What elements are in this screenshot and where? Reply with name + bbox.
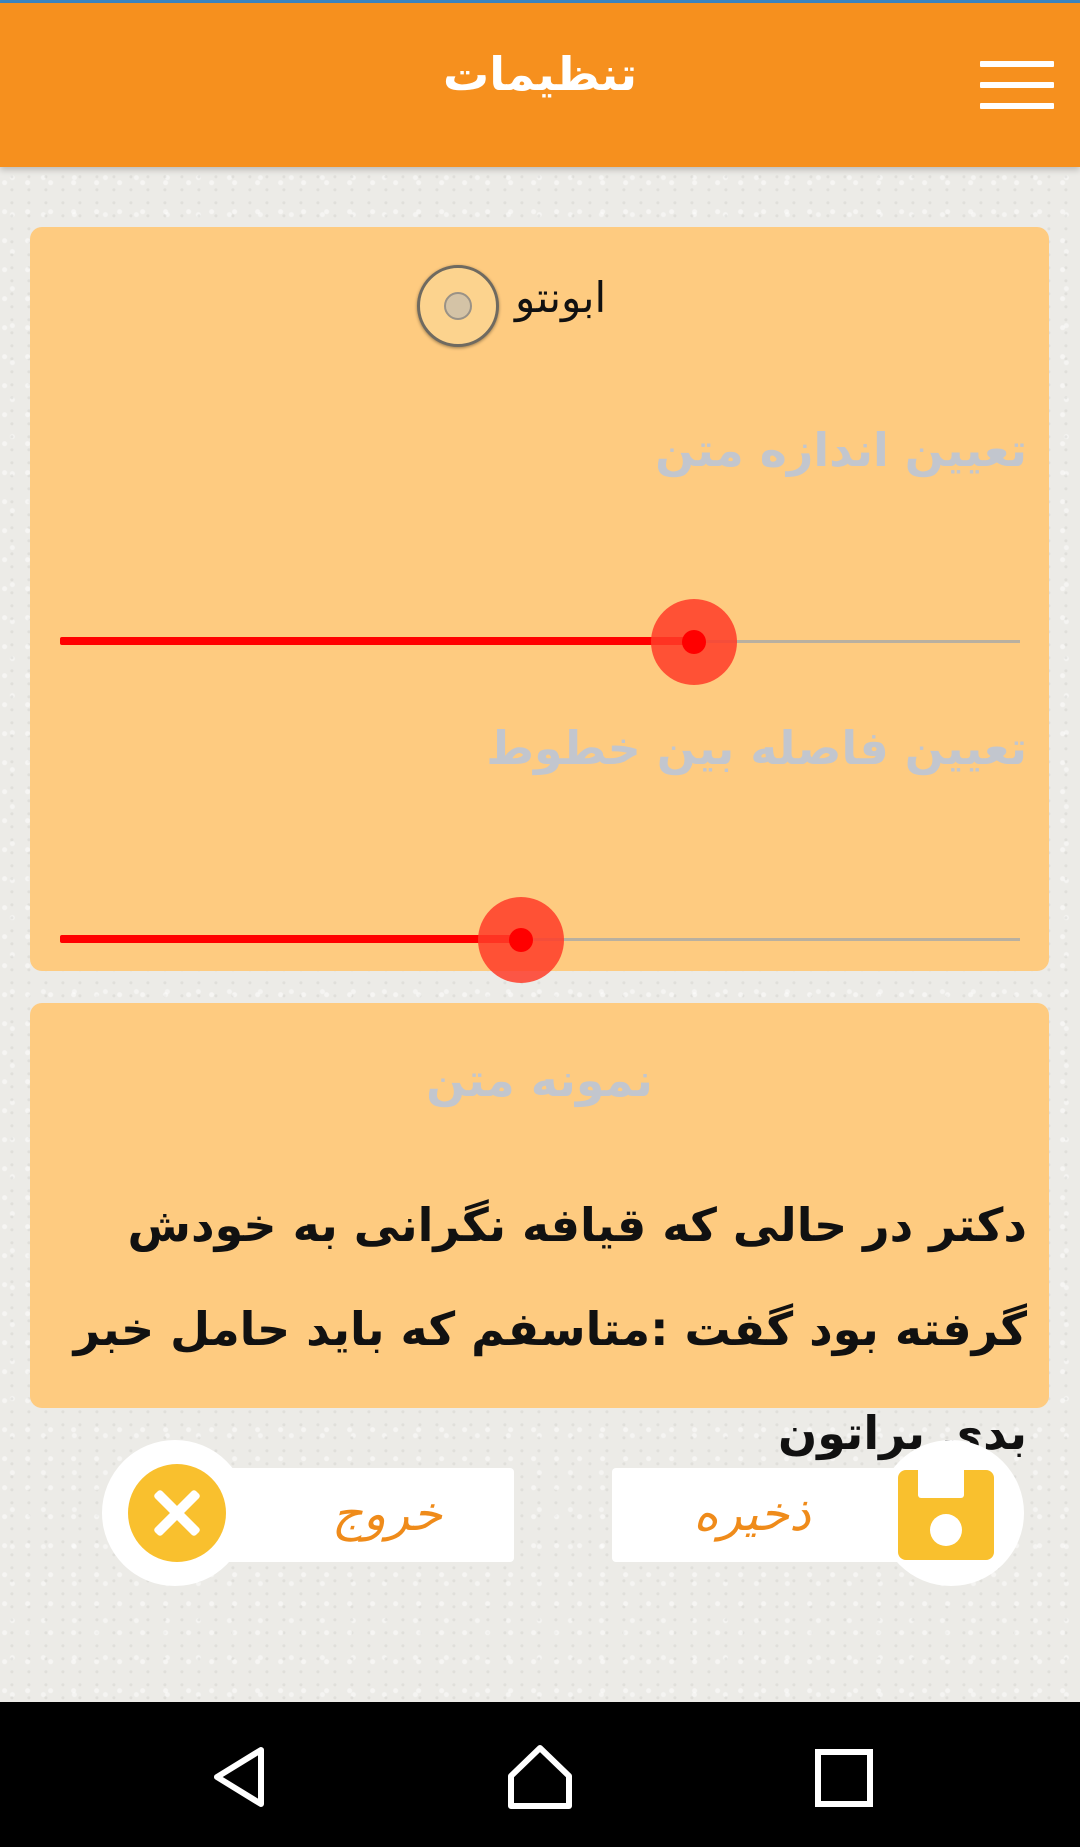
font-option-ubuntu[interactable]: ابونتو — [385, 263, 645, 353]
slider-thumb[interactable] — [651, 599, 737, 685]
back-triangle-icon[interactable] — [205, 1742, 275, 1812]
home-icon[interactable] — [505, 1742, 575, 1812]
recents-square-icon[interactable] — [810, 1742, 880, 1812]
preview-title: نمونه متن — [426, 1053, 653, 1107]
preview-card: نمونه متن دکتر در حالی که قیافه نگرانی ب… — [30, 1003, 1049, 1460]
line-spacing-label: تعیین فاصله بین خطوط — [486, 721, 1027, 775]
app-bar: تنظیمات — [0, 3, 1080, 167]
exit-button-label[interactable]: خروج — [292, 1486, 482, 1542]
save-button-label[interactable]: ذخیره — [652, 1486, 852, 1542]
save-button[interactable]: ذخیره — [612, 1440, 1024, 1586]
slider-fill — [60, 935, 521, 943]
radio-dot — [444, 292, 472, 320]
floppy-disk-icon[interactable] — [898, 1470, 994, 1560]
text-size-label: تعیین اندازه متن — [655, 423, 1027, 477]
page-title: تنظیمات — [443, 47, 637, 101]
settings-card: ابونتو تعیین اندازه متن تعیین فاصله بین … — [30, 227, 1050, 983]
slider-thumb[interactable] — [478, 897, 564, 983]
line-spacing-slider[interactable] — [60, 895, 1050, 985]
slider-fill — [60, 637, 694, 645]
exit-button[interactable]: خروج — [102, 1440, 514, 1586]
font-option-label: ابونتو — [515, 273, 607, 322]
system-navigation-bar — [0, 1702, 1080, 1847]
close-circle-icon[interactable] — [128, 1464, 226, 1562]
text-size-slider[interactable] — [60, 597, 1050, 687]
radio-button[interactable] — [417, 265, 499, 347]
preview-text: دکتر در حالی که قیافه نگرانی به خودش گرف… — [73, 1198, 1027, 1460]
